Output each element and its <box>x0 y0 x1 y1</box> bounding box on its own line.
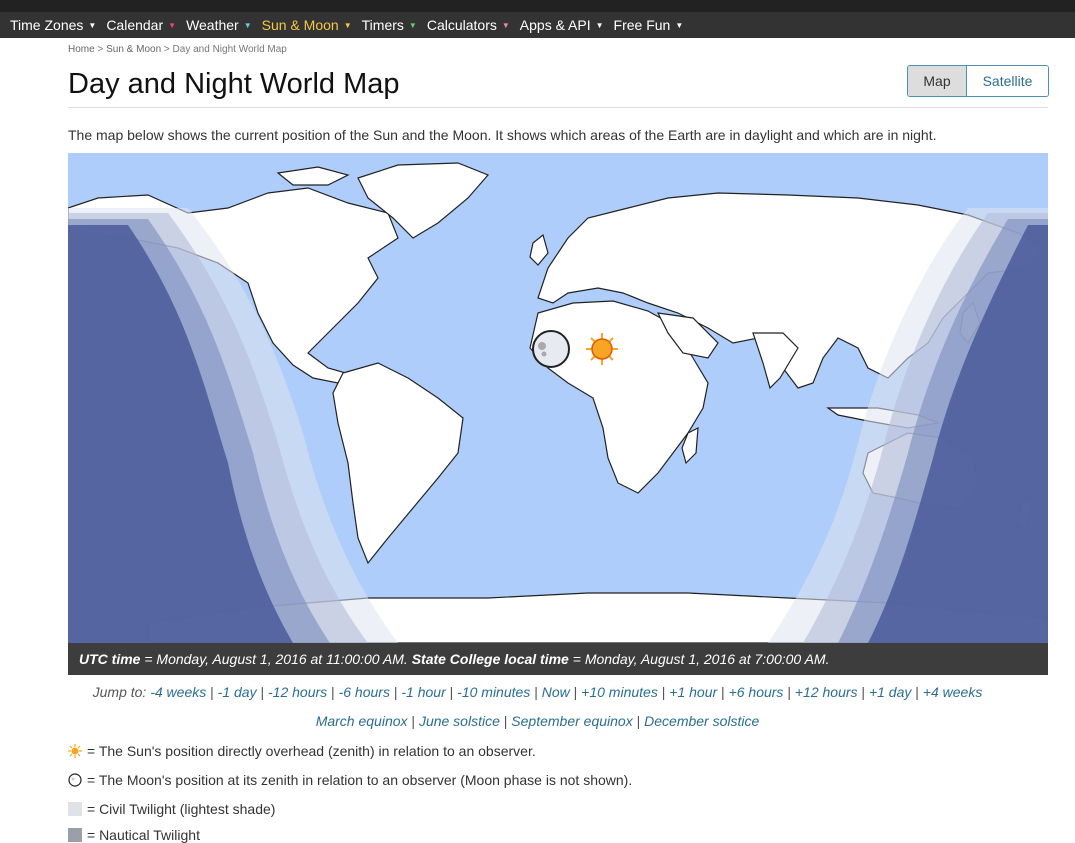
jump-links: Jump to: -4 weeks | -1 day | -12 hours |… <box>92 684 983 700</box>
legend-nautical-twilight: = Nautical Twilight <box>68 827 200 843</box>
jump-december-solstice[interactable]: December solstice <box>644 713 759 729</box>
dropdown-arrow-icon: ▼ <box>408 20 417 30</box>
nav-label: Calendar <box>106 17 164 33</box>
utc-time-value: = Monday, August 1, 2016 at 11:00:00 AM. <box>140 651 412 667</box>
jump-june-solstice[interactable]: June solstice <box>419 713 500 729</box>
jump-minus-1-hour[interactable]: -1 hour <box>401 684 445 700</box>
top-nav: Time Zones ▼ Calendar ▼ Weather ▼ Sun & Moo… <box>0 0 1075 38</box>
civil-twilight-swatch <box>68 802 82 816</box>
moon-legend-icon <box>68 773 82 787</box>
nav-label: Free Fun <box>613 17 671 33</box>
local-time-label: State College local time <box>411 651 569 667</box>
nav-label: Apps & API <box>519 17 591 33</box>
nav-timers[interactable]: Timers ▼ <box>362 17 417 33</box>
breadcrumb-separator: > <box>94 44 107 55</box>
intro-text: The map below shows the current position… <box>68 127 937 143</box>
breadcrumb: Home > Sun & Moon > Day and Night World … <box>68 44 287 55</box>
jump-september-equinox[interactable]: September equinox <box>511 713 632 729</box>
jump-prefix: Jump to: <box>92 684 151 700</box>
nav-time-zones[interactable]: Time Zones ▼ <box>10 17 96 33</box>
map-view-button[interactable]: Map <box>908 66 967 96</box>
nav-label: Weather <box>186 17 239 33</box>
jump-minus-4-weeks[interactable]: -4 weeks <box>150 684 206 700</box>
season-links: March equinox | June solstice | Septembe… <box>315 713 760 729</box>
legend-civil-text: = Civil Twilight (lightest shade) <box>87 801 276 817</box>
view-toggle: Map Satellite <box>907 65 1049 97</box>
breadcrumb-home[interactable]: Home <box>68 44 95 55</box>
jump-plus-6-hours[interactable]: +6 hours <box>729 684 784 700</box>
jump-plus-4-weeks[interactable]: +4 weeks <box>923 684 983 700</box>
dropdown-arrow-icon: ▼ <box>168 20 177 30</box>
nav-sun-moon[interactable]: Sun & Moon ▼ <box>262 17 352 33</box>
title-divider <box>68 107 1048 108</box>
local-time-value: = Monday, August 1, 2016 at 7:00:00 AM. <box>568 651 830 667</box>
dropdown-arrow-icon: ▼ <box>243 20 252 30</box>
dropdown-arrow-icon: ▼ <box>88 20 97 30</box>
page-title: Day and Night World Map <box>68 68 400 100</box>
utc-time-label: UTC time <box>79 651 141 667</box>
nautical-twilight-swatch <box>68 828 82 842</box>
jump-plus-12-hours[interactable]: +12 hours <box>795 684 858 700</box>
day-night-map[interactable] <box>68 153 1048 643</box>
map-svg <box>68 153 1048 643</box>
breadcrumb-current: Day and Night World Map <box>172 44 287 55</box>
breadcrumb-separator: > <box>161 44 173 55</box>
jump-plus-10-minutes[interactable]: +10 minutes <box>581 684 658 700</box>
nav-label: Calculators <box>426 17 497 33</box>
nav-label: Time Zones <box>10 17 84 33</box>
jump-minus-6-hours[interactable]: -6 hours <box>339 684 390 700</box>
nav-apps-api[interactable]: Apps & API ▼ <box>520 17 604 33</box>
dropdown-arrow-icon: ▼ <box>595 20 604 30</box>
jump-march-equinox[interactable]: March equinox <box>316 713 408 729</box>
legend-sun: = The Sun's position directly overhead (… <box>68 743 536 759</box>
jump-now[interactable]: Now <box>542 684 570 700</box>
nav-list: Time Zones ▼ Calendar ▼ Weather ▼ Sun & Moo… <box>10 12 693 38</box>
jump-plus-1-day[interactable]: +1 day <box>869 684 911 700</box>
jump-minus-12-hours[interactable]: -12 hours <box>268 684 327 700</box>
legend-sun-text: = The Sun's position directly overhead (… <box>87 743 536 759</box>
legend-nautical-text: = Nautical Twilight <box>87 827 200 843</box>
time-bar: UTC time = Monday, August 1, 2016 at 11:… <box>68 643 1048 675</box>
dropdown-arrow-icon: ▼ <box>501 20 510 30</box>
dropdown-arrow-icon: ▼ <box>343 20 352 30</box>
nav-weather[interactable]: Weather ▼ <box>186 17 252 33</box>
breadcrumb-sun-moon[interactable]: Sun & Moon <box>106 44 161 55</box>
sun-legend-icon <box>68 744 82 758</box>
satellite-view-button[interactable]: Satellite <box>967 66 1048 96</box>
legend-civil-twilight: = Civil Twilight (lightest shade) <box>68 801 275 817</box>
nav-calendar[interactable]: Calendar ▼ <box>106 17 176 33</box>
dropdown-arrow-icon: ▼ <box>675 20 684 30</box>
jump-plus-1-hour[interactable]: +1 hour <box>669 684 717 700</box>
moon-icon <box>532 330 570 368</box>
nav-label: Timers <box>361 17 404 33</box>
nav-label: Sun & Moon <box>261 17 339 33</box>
nav-free-fun[interactable]: Free Fun ▼ <box>614 17 684 33</box>
nav-calculators[interactable]: Calculators ▼ <box>427 17 510 33</box>
jump-minus-1-day[interactable]: -1 day <box>218 684 257 700</box>
jump-minus-10-minutes[interactable]: -10 minutes <box>457 684 530 700</box>
legend-moon: = The Moon's position at its zenith in r… <box>68 772 632 788</box>
legend-moon-text: = The Moon's position at its zenith in r… <box>87 772 633 788</box>
